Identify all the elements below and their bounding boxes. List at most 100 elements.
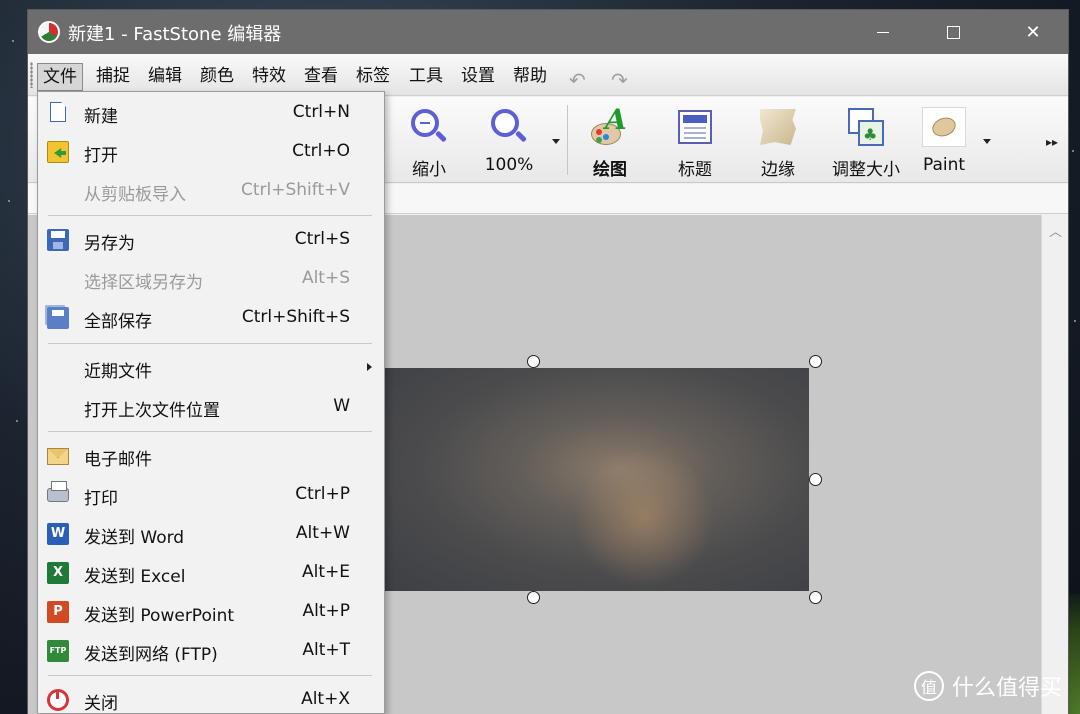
menu-item-shortcut: W (333, 396, 350, 416)
menu-item-label: 关闭 (84, 694, 118, 714)
resize-button[interactable]: ♣ 调整大小 (824, 105, 908, 180)
scroll-up-icon[interactable]: ︿ (1049, 221, 1062, 240)
word-icon: W (47, 523, 69, 545)
menu-item-label: 近期文件 (84, 362, 152, 382)
menu-item-label: 发送到 PowerPoint (84, 606, 235, 626)
menu-item-shortcut: Alt+T (302, 640, 350, 660)
menu-item-save-as[interactable]: 另存为 Ctrl+S (38, 221, 384, 259)
menu-item-label: 打印 (84, 489, 118, 509)
zoom-out-label: 缩小 (412, 160, 446, 180)
menu-capture[interactable]: 捕捉 (94, 63, 132, 91)
minimize-button[interactable] (848, 10, 918, 54)
draw-label: 绘图 (593, 160, 627, 180)
resize-handle-top-right[interactable] (809, 355, 822, 368)
resize-handle-right[interactable] (809, 473, 822, 486)
powerpoint-icon: P (47, 601, 69, 623)
open-folder-icon (47, 141, 69, 163)
edge-button[interactable]: 边缘 (748, 105, 808, 180)
menu-separator (48, 675, 372, 676)
caption-button[interactable]: 标题 (665, 105, 725, 180)
submenu-arrow-icon (367, 363, 372, 371)
menu-item-shortcut: Alt+S (301, 268, 350, 288)
menu-separator (48, 215, 372, 216)
menu-item-import-clipboard: 从剪贴板导入 Ctrl+Shift+V (38, 172, 384, 210)
menu-item-shortcut: Alt+P (302, 601, 350, 621)
menu-item-save-all[interactable]: 全部保存 Ctrl+Shift+S (38, 299, 384, 337)
menu-item-send-excel[interactable]: X 发送到 Excel Alt+E (38, 554, 384, 592)
menu-item-new[interactable]: 新建 Ctrl+N (38, 94, 384, 132)
menu-item-save-selection: 选择区域另存为 Alt+S (38, 260, 384, 298)
vertical-scrollbar[interactable]: ︿ (1041, 215, 1068, 714)
zoom-out-icon (411, 109, 448, 145)
toolbar-overflow-icon[interactable]: ▸▸ (1046, 135, 1058, 149)
resize-handle-bottom-right[interactable] (809, 591, 822, 604)
menu-help[interactable]: 帮助 (511, 63, 549, 91)
window-title: 新建1 - FastStone 编辑器 (68, 24, 282, 45)
close-icon: ✕ (1025, 21, 1041, 43)
menu-item-send-powerpoint[interactable]: P 发送到 PowerPoint Alt+P (38, 593, 384, 631)
resize-icon: ♣ (848, 108, 884, 146)
menu-effects[interactable]: 特效 (250, 63, 288, 91)
watermark: 值 什么值得买 (913, 670, 1062, 702)
maximize-button[interactable] (918, 10, 988, 54)
menu-item-shortcut: Ctrl+Shift+V (240, 180, 350, 200)
menu-item-label: 打开上次文件位置 (84, 401, 220, 421)
paint-dropdown-arrow[interactable] (983, 139, 991, 144)
menubar-grip[interactable] (30, 62, 33, 88)
menu-item-label: 发送到 Word (84, 528, 185, 548)
menu-file[interactable]: 文件 (37, 63, 83, 91)
menu-item-send-ftp[interactable]: FTP 发送到网络 (FTP) Alt+T (38, 632, 384, 670)
caption-label: 标题 (678, 160, 712, 180)
resize-handle-top[interactable] (527, 355, 540, 368)
email-icon (47, 448, 69, 465)
menu-item-label: 电子邮件 (84, 450, 152, 470)
title-bar[interactable]: 新建1 - FastStone 编辑器 ✕ (28, 10, 1068, 54)
menu-item-shortcut: Alt+E (301, 562, 350, 582)
canvas-image[interactable] (384, 368, 809, 591)
menu-item-label: 新建 (84, 107, 118, 127)
menu-item-label: 另存为 (84, 234, 135, 254)
resize-label: 调整大小 (832, 160, 900, 180)
menu-colors[interactable]: 颜色 (198, 63, 236, 91)
close-window-button[interactable]: ✕ (998, 10, 1068, 54)
menu-view[interactable]: 查看 (302, 63, 340, 91)
file-menu-dropdown: 新建 Ctrl+N 打开 Ctrl+O 从剪贴板导入 Ctrl+Shift+V … (37, 91, 385, 714)
resize-handle-bottom[interactable] (527, 591, 540, 604)
menu-item-print[interactable]: 打印 Ctrl+P (38, 476, 384, 514)
zoom-button[interactable]: 100% (478, 105, 540, 175)
undo-icon[interactable]: ↶ (569, 68, 586, 92)
menu-item-close[interactable]: 关闭 Alt+X (38, 681, 384, 714)
menu-separator (48, 431, 372, 432)
menu-settings[interactable]: 设置 (459, 63, 497, 91)
paint-button[interactable]: Paint (916, 105, 972, 175)
edge-label: 边缘 (761, 160, 795, 180)
menu-edit[interactable]: 编辑 (146, 63, 184, 91)
magnifier-icon (491, 109, 528, 145)
menu-tags[interactable]: 标签 (354, 63, 392, 91)
menu-item-recent-files[interactable]: 近期文件 (38, 349, 384, 387)
menu-tools[interactable]: 工具 (407, 63, 445, 91)
menu-item-label: 发送到 Excel (84, 567, 186, 587)
menu-item-shortcut: Ctrl+O (292, 141, 350, 161)
zoom-out-button[interactable]: 缩小 (398, 105, 460, 180)
paint-label: Paint (922, 155, 966, 175)
menu-item-label: 选择区域另存为 (84, 273, 203, 293)
new-file-icon (50, 102, 66, 122)
menu-item-email[interactable]: 电子邮件 (38, 437, 384, 475)
paint-palette-icon (922, 107, 966, 147)
app-logo-icon (38, 21, 60, 43)
ftp-icon: FTP (47, 640, 69, 662)
menu-item-label: 发送到网络 (FTP) (84, 645, 218, 665)
menu-item-send-word[interactable]: W 发送到 Word Alt+W (38, 515, 384, 553)
menu-item-label: 打开 (84, 146, 118, 166)
toolbar-separator (567, 105, 568, 175)
menu-item-shortcut: Alt+W (295, 523, 350, 543)
watermark-text: 什么值得买 (951, 676, 1062, 701)
draw-button[interactable]: A 绘图 (580, 103, 640, 180)
redo-icon[interactable]: ↷ (611, 68, 628, 92)
menu-item-label: 从剪贴板导入 (84, 185, 186, 205)
menu-item-shortcut: Ctrl+S (294, 229, 350, 249)
zoom-dropdown-arrow[interactable] (552, 139, 560, 144)
menu-item-open[interactable]: 打开 Ctrl+O (38, 133, 384, 171)
menu-item-open-last-location[interactable]: 打开上次文件位置 W (38, 388, 384, 426)
